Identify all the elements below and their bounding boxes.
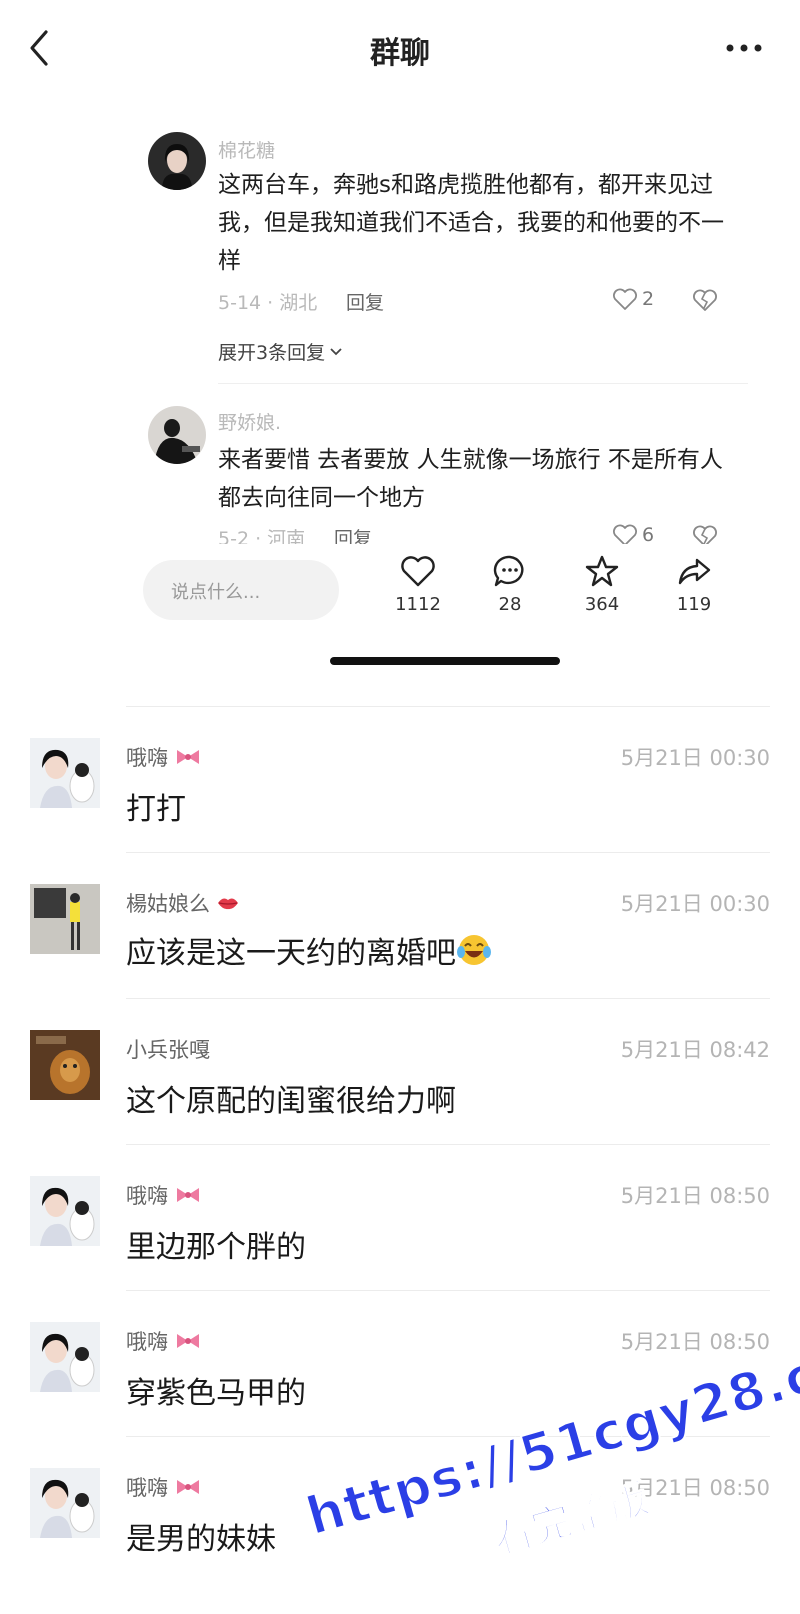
divider bbox=[126, 1290, 770, 1291]
commenter-name-text: 楊姑娘么 bbox=[126, 892, 210, 916]
broken-heart-icon[interactable] bbox=[692, 288, 718, 312]
like-count: 1112 bbox=[395, 594, 441, 615]
like-count: 2 bbox=[642, 288, 655, 310]
comment-input[interactable]: 说点什么... bbox=[143, 560, 339, 620]
bow-icon bbox=[177, 750, 199, 764]
comment-count: 28 bbox=[498, 594, 522, 615]
comment-input-placeholder: 说点什么... bbox=[171, 582, 261, 603]
comment-text: 打打 bbox=[126, 792, 186, 827]
top-bar: 群聊 bbox=[0, 0, 800, 96]
home-indicator bbox=[330, 657, 560, 665]
avatar bbox=[148, 406, 206, 464]
comment-text: 是男的妹妹 bbox=[126, 1522, 276, 1557]
lips-icon bbox=[218, 898, 238, 910]
comment-icon bbox=[493, 555, 524, 587]
heart-icon bbox=[401, 556, 435, 587]
divider bbox=[126, 852, 770, 853]
comment-time: 5月21日 00:30 bbox=[620, 892, 770, 916]
avatar bbox=[148, 132, 206, 190]
comment-time: 5月21日 08:50 bbox=[620, 1330, 770, 1354]
comment-time: 5月21日 08:50 bbox=[620, 1476, 770, 1500]
favorite-action[interactable]: 364 bbox=[567, 554, 637, 615]
comment-text: 应该是这一天约的离婚吧 bbox=[126, 928, 492, 972]
reply-button[interactable]: 回复 bbox=[346, 288, 384, 315]
comment-text: 这两台车，奔驰s和路虎揽胜他都有，都开来见过我，但是我知道我们不适合，我要的和他… bbox=[218, 172, 724, 274]
comment-meta: 5-14 · 湖北 bbox=[218, 292, 318, 314]
commenter-name-text: 哦嗨 bbox=[126, 746, 168, 770]
divider bbox=[126, 1436, 770, 1437]
commenter-name: 哦嗨 bbox=[126, 1180, 202, 1210]
bow-icon bbox=[177, 1480, 199, 1494]
comment-text: 来者要惜 去者要放 人生就像一场旅行 不是所有人都去向往同一个地方 bbox=[218, 447, 723, 511]
divider bbox=[126, 706, 770, 707]
watermark: https://51cgy28.com 看完整版 bbox=[299, 1318, 800, 1610]
expand-replies-label: 展开3条回复 bbox=[218, 342, 326, 364]
laugh-cry-emoji bbox=[457, 935, 491, 965]
commenter-name-text: 哦嗨 bbox=[126, 1330, 168, 1354]
avatar[interactable] bbox=[30, 1322, 100, 1392]
comment-time: 5月21日 00:30 bbox=[620, 746, 770, 770]
divider bbox=[126, 998, 770, 999]
commenter-name: 楊姑娘么 bbox=[126, 888, 240, 918]
avatar[interactable] bbox=[30, 884, 100, 954]
favorite-count: 364 bbox=[584, 594, 620, 615]
comment-action[interactable]: 28 bbox=[475, 554, 545, 615]
share-action[interactable]: 119 bbox=[659, 554, 729, 615]
comment-time: 5月21日 08:50 bbox=[620, 1184, 770, 1208]
star-icon bbox=[585, 555, 619, 587]
divider bbox=[218, 383, 748, 384]
comment-text: 穿紫色马甲的 bbox=[126, 1376, 306, 1411]
expand-replies-button[interactable]: 展开3条回复 bbox=[218, 338, 343, 365]
commenter-name: 棉花糖 bbox=[218, 140, 276, 162]
page-title: 群聊 bbox=[370, 36, 430, 71]
commenter-name: 哦嗨 bbox=[126, 742, 202, 772]
comment-time: 5月21日 08:42 bbox=[620, 1038, 770, 1062]
commenter-name-text: 哦嗨 bbox=[126, 1184, 168, 1208]
heart-outline-icon bbox=[613, 288, 637, 310]
commenter-name: 哦嗨 bbox=[126, 1326, 202, 1356]
video-action-bar: 说点什么... 1112 28 364 119 bbox=[0, 544, 800, 644]
comment-text-content: 应该是这一天约的离婚吧 bbox=[126, 936, 456, 971]
comment-text: 这个原配的闺蜜很给力啊 bbox=[126, 1084, 456, 1119]
avatar[interactable] bbox=[30, 1468, 100, 1538]
more-dots-icon[interactable] bbox=[724, 38, 764, 58]
avatar[interactable] bbox=[30, 738, 100, 808]
avatar[interactable] bbox=[30, 1030, 100, 1100]
comment-text: 里边那个胖的 bbox=[126, 1230, 306, 1265]
commenter-name-text: 哦嗨 bbox=[126, 1476, 168, 1500]
bow-icon bbox=[177, 1334, 199, 1348]
like-action[interactable]: 1112 bbox=[383, 554, 453, 615]
share-count: 119 bbox=[676, 594, 712, 615]
divider bbox=[126, 1144, 770, 1145]
commenter-name: 哦嗨 bbox=[126, 1472, 202, 1502]
commenter-name: 野娇娘. bbox=[218, 412, 282, 434]
embedded-comment-screenshot: 棉花糖 这两台车，奔驰s和路虎揽胜他都有，都开来见过我，但是我知道我们不适合，我… bbox=[0, 96, 800, 706]
avatar[interactable] bbox=[30, 1176, 100, 1246]
bow-icon bbox=[177, 1188, 199, 1202]
like-button[interactable]: 2 bbox=[612, 287, 654, 311]
commenter-name: 小兵张嘎 bbox=[126, 1038, 210, 1062]
chevron-down-icon bbox=[330, 347, 342, 355]
like-count: 6 bbox=[642, 524, 655, 546]
share-icon bbox=[678, 558, 711, 585]
